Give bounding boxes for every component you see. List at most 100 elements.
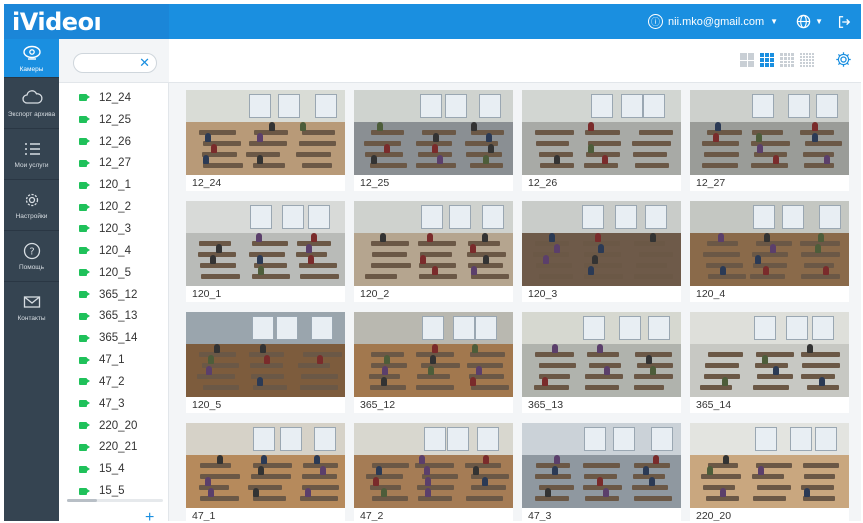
camera-list: 12_24 12_25 12_26 12_27 120_1 120_2 120_3 120_4… [59, 87, 169, 502]
app-window: iVideoı ⓘ nii.mko@gmail.com ▼ ▼ Камеры Эк… [4, 4, 861, 521]
camera-tile-label: 12_24 [192, 177, 222, 189]
user-icon[interactable]: ⓘ [648, 14, 664, 29]
camera-label: 12_25 [99, 113, 131, 126]
grid-2x2-icon[interactable] [740, 53, 754, 67]
camera-tile[interactable]: 120_3 [522, 201, 681, 302]
camera-label: 120_2 [99, 201, 131, 214]
list-item[interactable]: 120_4 [59, 240, 169, 262]
camera-tile-label: 120_4 [696, 288, 726, 300]
list-item[interactable]: 15_4 [59, 458, 169, 480]
camera-tile[interactable]: 12_26 [522, 90, 681, 191]
camera-tile-label: 12_26 [528, 177, 558, 189]
side-nav: Камеры Экспорт архива Мои услуги Настройки?… [4, 39, 59, 521]
list-item[interactable]: 120_3 [59, 218, 169, 240]
chevron-down-icon[interactable]: ▼ [770, 17, 778, 26]
camera-tile[interactable]: 47_2 [354, 423, 513, 521]
list-item[interactable]: 120_2 [59, 196, 169, 218]
camera-tile-label: 120_1 [192, 288, 222, 300]
camera-tile-label: 120_5 [192, 399, 222, 411]
list-item[interactable]: 365_14 [59, 327, 169, 349]
camera-online-icon [79, 378, 90, 386]
nav-item-label: Контакты [17, 314, 46, 322]
list-item[interactable]: 47_1 [59, 349, 169, 371]
list-item[interactable]: 365_12 [59, 284, 169, 306]
camera-snapshot [354, 90, 513, 175]
list-item[interactable]: 47_3 [59, 393, 169, 415]
camera-online-icon [79, 291, 90, 299]
camera-snapshot [522, 90, 681, 175]
camera-tile[interactable]: 47_3 [522, 423, 681, 521]
list-item[interactable]: 12_26 [59, 131, 169, 153]
nav-item-1[interactable]: Экспорт архива [4, 78, 59, 128]
camera-snapshot [690, 312, 849, 397]
camera-tile[interactable]: 120_5 [186, 312, 345, 413]
camera-tile-label: 365_12 [360, 399, 396, 411]
horizontal-scrollbar[interactable] [67, 499, 163, 502]
nav-item-4[interactable]: ? Помощь [4, 231, 59, 281]
gear-icon [21, 191, 43, 213]
nav-item-2[interactable]: Мои услуги [4, 129, 59, 179]
grid-4x4-icon[interactable] [760, 53, 774, 67]
list-item[interactable]: 120_5 [59, 262, 169, 284]
camera-tile-label: 120_2 [360, 288, 390, 300]
list-item[interactable]: 220_21 [59, 437, 169, 459]
camera-list-panel: ✕ 12_24 12_25 12_26 12_27 120_1 120_2 120_3 120… [59, 39, 169, 521]
logo-area[interactable]: iVideoı [4, 4, 169, 39]
list-item[interactable]: 47_2 [59, 371, 169, 393]
camera-label: 220_21 [99, 441, 138, 454]
camera-tile[interactable]: 365_12 [354, 312, 513, 413]
mail-icon [21, 293, 43, 315]
close-icon[interactable]: ✕ [139, 55, 150, 71]
camera-tile[interactable]: 365_13 [522, 312, 681, 413]
nav-item-0[interactable]: Камеры [4, 39, 59, 77]
list-item[interactable]: 12_25 [59, 109, 169, 131]
add-camera-button[interactable]: + [145, 509, 154, 521]
camera-tile-label: 47_3 [528, 510, 552, 521]
camera-label: 47_2 [99, 375, 125, 388]
list-item[interactable]: 220_20 [59, 415, 169, 437]
camera-tile[interactable]: 120_4 [690, 201, 849, 302]
language-chevron-icon[interactable]: ▼ [815, 17, 823, 26]
camera-label: 12_24 [99, 91, 131, 104]
camera-tile[interactable]: 365_14 [690, 312, 849, 413]
camera-tile[interactable]: 120_1 [186, 201, 345, 302]
nav-item-3[interactable]: Настройки [4, 180, 59, 230]
globe-icon[interactable] [796, 14, 811, 29]
camera-tile[interactable]: 12_24 [186, 90, 345, 191]
nav-item-label: Мои услуги [14, 161, 49, 169]
camera-tile[interactable]: 220_20 [690, 423, 849, 521]
camera-label: 120_1 [99, 179, 131, 192]
settings-icon[interactable] [835, 51, 852, 68]
grid-6x6-icon[interactable] [800, 53, 814, 67]
camera-tile[interactable]: 12_27 [690, 90, 849, 191]
nav-item-5[interactable]: Контакты [4, 282, 59, 332]
camera-label: 220_20 [99, 419, 138, 432]
camera-snapshot [354, 201, 513, 286]
logout-icon[interactable] [837, 15, 851, 29]
layout-switcher [740, 53, 814, 67]
list-item[interactable]: 12_24 [59, 87, 169, 109]
camera-tile[interactable]: 120_2 [354, 201, 513, 302]
list-item[interactable]: 12_27 [59, 153, 169, 175]
svg-text:?: ? [29, 246, 34, 257]
camera-label: 47_1 [99, 354, 125, 367]
camera-online-icon [79, 400, 90, 408]
camera-tile[interactable]: 12_25 [354, 90, 513, 191]
camera-label: 365_14 [99, 332, 138, 345]
user-email[interactable]: nii.mko@gmail.com [668, 16, 764, 28]
grid-5x5-icon[interactable] [780, 53, 794, 67]
camera-online-icon [79, 247, 90, 255]
main-area: 12_24 12_25 12_26 12_27 120_1 120_2 120_3 120_4… [169, 39, 861, 521]
camera-online-icon [79, 465, 90, 473]
camera-label: 12_27 [99, 157, 131, 170]
search-input[interactable]: ✕ [73, 53, 157, 73]
camera-online-icon [79, 312, 90, 320]
camera-snapshot [690, 201, 849, 286]
list-item[interactable]: 365_13 [59, 305, 169, 327]
camera-tile[interactable]: 47_1 [186, 423, 345, 521]
list-item[interactable]: 120_1 [59, 174, 169, 196]
scrollbar-thumb[interactable] [67, 499, 97, 502]
camera-tile-label: 12_27 [696, 177, 726, 189]
camera-label: 15_5 [99, 485, 125, 498]
camera-snapshot [186, 312, 345, 397]
